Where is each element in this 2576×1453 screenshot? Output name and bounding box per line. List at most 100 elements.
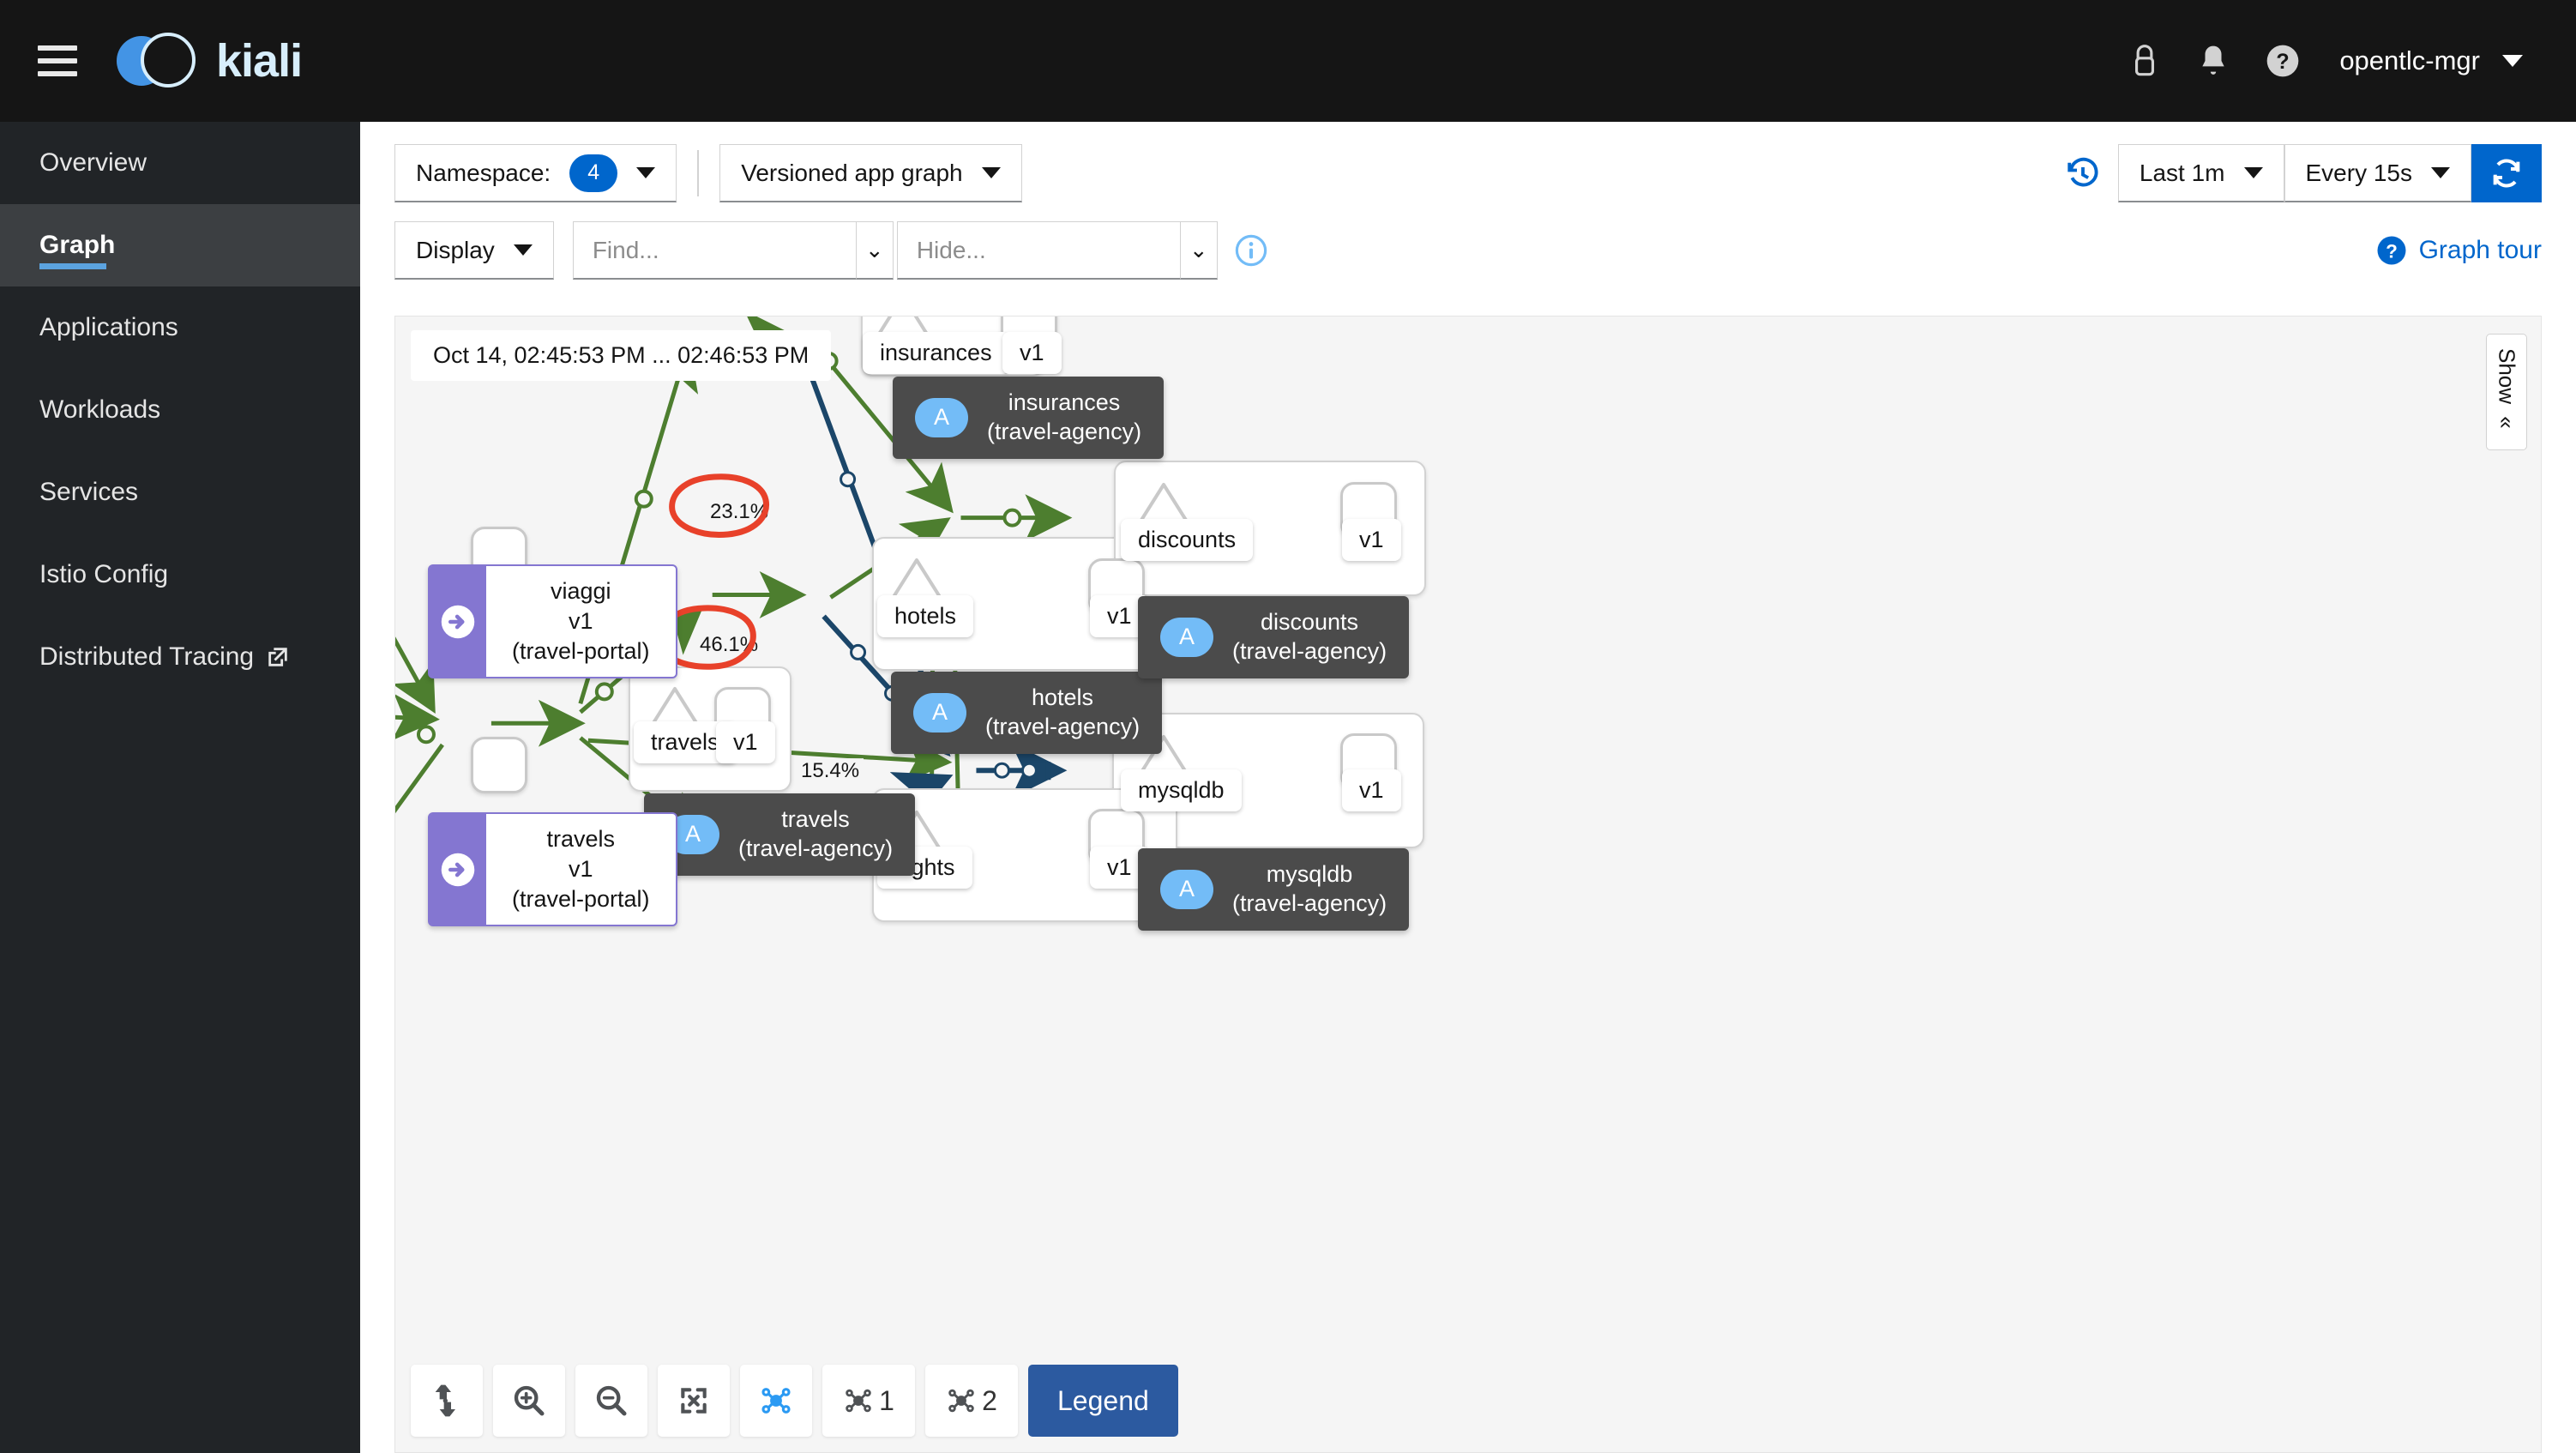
tooltip-name: travels xyxy=(781,806,850,832)
svg-text:?: ? xyxy=(2277,50,2290,74)
tooltip-name: mysqldb xyxy=(1266,861,1353,887)
edge-viaggi-travels xyxy=(395,636,436,714)
sidebar-item-label: Overview xyxy=(39,148,147,177)
zoom-out-icon[interactable] xyxy=(575,1365,647,1437)
history-icon[interactable] xyxy=(2065,155,2101,191)
graph-tour-label: Graph tour xyxy=(2418,236,2542,264)
layout-1-button[interactable]: 1 xyxy=(822,1365,915,1437)
source-node-viaggi[interactable]: viaggi v1 (travel-portal) xyxy=(428,564,677,679)
source-node-travels-portal-box[interactable] xyxy=(471,737,527,793)
chevron-down-icon xyxy=(2243,167,2263,178)
graph-timestamp: Oct 14, 02:45:53 PM ... 02:46:53 PM xyxy=(411,330,832,381)
graph-toolbar: Namespace: 4 Versioned app graph Last 1m xyxy=(360,122,2576,280)
svg-text:?: ? xyxy=(2386,240,2398,262)
display-menu-button[interactable]: Display xyxy=(394,221,554,280)
chevron-down-icon xyxy=(513,244,533,256)
graph-type-selector[interactable]: Versioned app graph xyxy=(719,144,1022,202)
chevron-double-left-icon: « xyxy=(2494,416,2520,429)
zoom-in-icon[interactable] xyxy=(493,1365,565,1437)
display-label: Display xyxy=(416,236,495,263)
node-label-insurances: insurances xyxy=(863,332,1009,374)
toolbar-row-filters: Namespace: 4 Versioned app graph Last 1m xyxy=(394,144,2542,202)
layout-default-icon[interactable] xyxy=(740,1365,812,1437)
fit-to-screen-icon[interactable] xyxy=(658,1365,730,1437)
sidebar-item-label: Services xyxy=(39,478,139,506)
hide-input[interactable] xyxy=(896,221,1180,280)
brand-name: kiali xyxy=(216,35,303,87)
layout-1-label: 1 xyxy=(879,1384,894,1416)
sidebar-item-applications[interactable]: Applications xyxy=(0,286,360,369)
source-name: travels xyxy=(546,826,616,852)
masthead: kiali ? opentlc-mgr xyxy=(0,0,2576,122)
sidebar-item-distributed-tracing[interactable]: Distributed Tracing xyxy=(0,616,360,698)
chevron-down-icon xyxy=(2502,55,2523,67)
tooltip-name: hotels xyxy=(1032,684,1094,710)
version-label-travels: v1 xyxy=(716,721,775,763)
tooltip-namespace: (travel-agency) xyxy=(985,713,1141,739)
info-circle-icon[interactable] xyxy=(1235,234,1267,267)
chevron-down-icon xyxy=(2431,167,2450,178)
graph-canvas[interactable]: Oct 14, 02:45:53 PM ... 02:46:53 PM insu… xyxy=(394,316,2542,1453)
tooltip-name: discounts xyxy=(1260,609,1359,635)
find-dropdown-toggle[interactable]: ⌄ xyxy=(855,221,894,280)
user-menu[interactable]: opentlc-mgr xyxy=(2339,45,2523,76)
tooltip-namespace: (travel-agency) xyxy=(1232,889,1387,916)
sidebar-item-label: Graph xyxy=(39,231,116,259)
sidebar-item-label: Applications xyxy=(39,313,178,341)
brand-logo-link[interactable]: kiali xyxy=(117,29,303,93)
edge-label-15: 15.4% xyxy=(797,758,864,784)
app-badge-icon: A xyxy=(1160,617,1213,657)
graph-edges-layer xyxy=(395,317,1073,917)
edge-travelsportal-travels xyxy=(395,693,440,741)
refresh-interval-selector[interactable]: Every 15s xyxy=(2284,144,2471,202)
time-range-selector[interactable]: Last 1m xyxy=(2117,144,2284,202)
app-badge-icon: A xyxy=(913,692,966,733)
legend-button[interactable]: Legend xyxy=(1028,1365,1178,1437)
version-label-discounts: v1 xyxy=(1342,519,1401,561)
layout-2-button[interactable]: 2 xyxy=(925,1365,1018,1437)
namespace-selector[interactable]: Namespace: 4 xyxy=(394,144,677,202)
node-label-mysqldb: mysqldb xyxy=(1121,769,1242,811)
sidebar-item-services[interactable]: Services xyxy=(0,451,360,534)
node-label-hotels: hotels xyxy=(877,595,974,637)
bell-icon[interactable] xyxy=(2197,43,2230,79)
sidebar-item-istio-config[interactable]: Istio Config xyxy=(0,534,360,616)
namespace-count-badge: 4 xyxy=(569,154,618,192)
legend-label: Legend xyxy=(1057,1384,1149,1416)
source-namespace: (travel-portal) xyxy=(512,638,650,665)
external-link-icon xyxy=(266,645,290,669)
toolbar-divider xyxy=(697,150,700,196)
graph-tour-link[interactable]: ? Graph tour xyxy=(2376,235,2542,266)
lock-icon[interactable] xyxy=(2128,42,2161,80)
sidebar-item-label: Istio Config xyxy=(39,560,169,588)
app-badge-icon: A xyxy=(1160,869,1213,909)
side-panel-toggle[interactable]: Show « xyxy=(2486,334,2527,450)
toolbar-row-display: Display ⌄ ⌄ ? Graph tour xyxy=(394,221,2542,280)
find-field-group: ⌄ xyxy=(572,221,894,280)
find-input[interactable] xyxy=(572,221,856,280)
hide-field-group: ⌄ xyxy=(896,221,1218,280)
layout-2-label: 2 xyxy=(982,1384,997,1416)
drag-pan-icon[interactable] xyxy=(411,1365,483,1437)
tooltip-travels: A travels (travel-agency) xyxy=(644,793,916,876)
source-node-travels-portal[interactable]: travels v1 (travel-portal) xyxy=(428,812,677,927)
chevron-down-icon xyxy=(981,167,1001,178)
edge-label-46: 46.1% xyxy=(695,632,763,658)
namespace-label: Namespace: xyxy=(416,159,551,186)
masthead-actions: ? opentlc-mgr xyxy=(2128,42,2576,80)
time-range-label: Last 1m xyxy=(2139,159,2225,186)
tooltip-name: insurances xyxy=(1008,389,1121,415)
refresh-button[interactable] xyxy=(2471,144,2542,202)
hide-dropdown-toggle[interactable]: ⌄ xyxy=(1179,221,1218,280)
sidebar-item-overview[interactable]: Overview xyxy=(0,122,360,204)
node-label-discounts: discounts xyxy=(1121,519,1254,561)
version-label-insurances: v1 xyxy=(1002,332,1062,374)
chevron-down-icon xyxy=(636,167,656,178)
graph-tools-toolbar: 1 2 Legend xyxy=(411,1365,1178,1437)
help-icon[interactable]: ? xyxy=(2266,44,2300,78)
tooltip-namespace: (travel-agency) xyxy=(738,835,894,861)
sidebar-item-workloads[interactable]: Workloads xyxy=(0,369,360,451)
hamburger-icon[interactable] xyxy=(38,45,77,76)
sidebar-item-graph[interactable]: Graph xyxy=(0,204,360,286)
tooltip-insurances: A insurances (travel-agency) xyxy=(893,377,1165,459)
